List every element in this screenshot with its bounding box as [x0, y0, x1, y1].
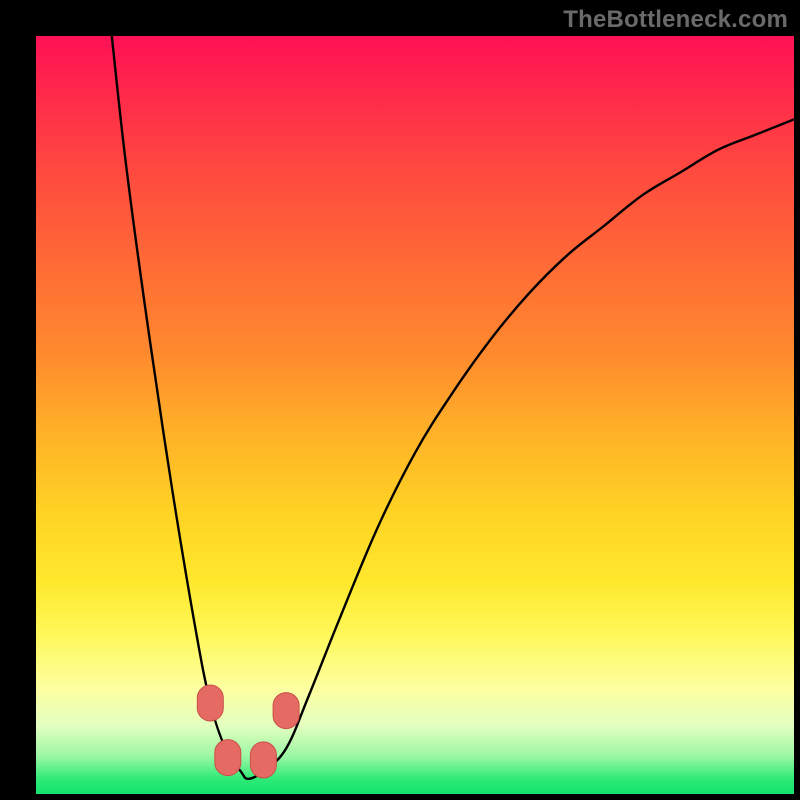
plot-area [36, 36, 794, 794]
marker-left-upper [197, 685, 223, 721]
marker-left-lower [215, 740, 241, 776]
chart-svg [36, 36, 794, 794]
curve-markers [197, 685, 299, 778]
bottleneck-curve [112, 36, 794, 779]
marker-right-upper [273, 693, 299, 729]
watermark-text: TheBottleneck.com [563, 6, 788, 34]
figure-frame: TheBottleneck.com [0, 0, 800, 800]
marker-right-lower [250, 742, 276, 778]
